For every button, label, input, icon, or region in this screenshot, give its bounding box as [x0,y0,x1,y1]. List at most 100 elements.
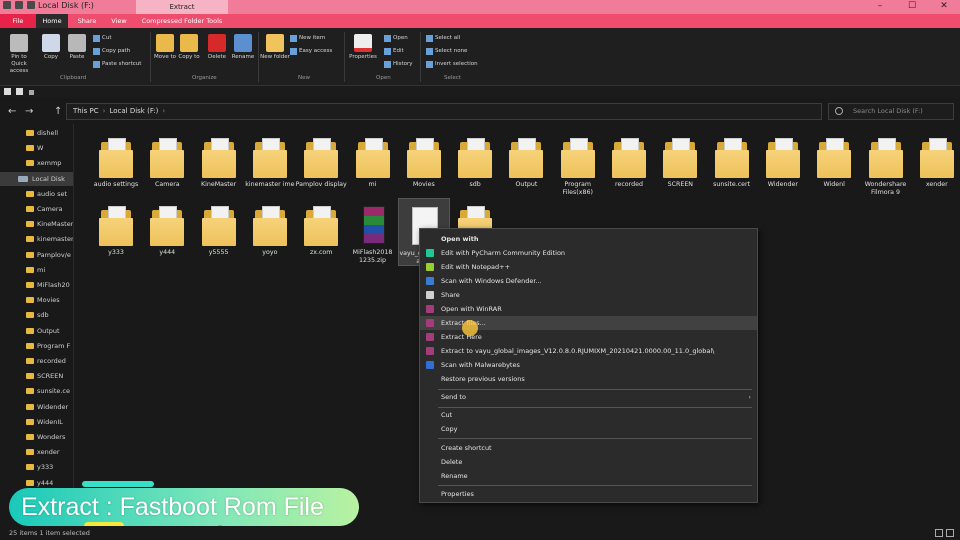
menu-item-rename[interactable]: Rename [420,469,757,483]
menu-item-share[interactable]: Share [420,288,757,302]
tab-view[interactable]: View [104,14,134,28]
edit-button[interactable]: Edit [384,46,404,56]
details-view-icon[interactable] [935,529,943,537]
menu-item-scan-malwarebytes[interactable]: Scan with Malwarebytes [420,358,757,372]
back-button[interactable]: ← [8,106,16,117]
file-item[interactable]: MiFlash2018 1235.zip [347,198,399,266]
tab-file[interactable]: File [0,14,36,28]
cut-button[interactable]: Cut [93,33,111,43]
menu-item-open-with[interactable]: Open with [420,232,757,246]
sidebar-item[interactable]: Output [0,324,73,338]
sidebar-item[interactable]: Camera [0,202,73,216]
folder-item[interactable]: sdb [449,130,501,198]
navigation-pane[interactable]: dishell Wxemmp Local Disk audio set Camera Ki… [0,124,74,522]
tab-compressed-folder-tools[interactable]: Compressed Folder Tools [136,14,228,28]
folder-item[interactable]: zx.com [295,198,347,266]
folder-item[interactable]: SCREEN [654,130,706,198]
sidebar-item[interactable]: Program F [0,339,73,353]
new-item-button[interactable]: New item [290,33,325,43]
close-button[interactable]: ✕ [928,0,960,14]
breadcrumb-this-pc[interactable]: This PC [73,107,99,115]
folder-item[interactable]: audio settings [90,130,142,198]
rename-button[interactable]: Rename [228,32,258,61]
folder-item[interactable]: Widenl [808,130,860,198]
invert-selection-button[interactable]: Invert selection [426,59,478,69]
menu-item-copy[interactable]: Copy [420,422,757,436]
sidebar-item[interactable]: Widender [0,400,73,414]
address-bar[interactable]: This PC › Local Disk (F:) › [66,103,822,120]
folder-item[interactable]: y5555 [193,198,245,266]
sidebar-item[interactable]: KineMaster [0,217,73,231]
sidebar-item[interactable]: MiFlash20 [0,278,73,292]
easy-access-button[interactable]: Easy access [290,46,332,56]
select-none-button[interactable]: Select none [426,46,467,56]
pin-button[interactable]: Pin to Quick access [4,32,34,75]
menu-item-scan-defender[interactable]: Scan with Windows Defender... [420,274,757,288]
properties-button[interactable]: Properties [348,32,378,61]
menu-item-delete[interactable]: Delete [420,455,757,469]
sidebar-item[interactable]: y333 [0,460,73,474]
history-button[interactable]: History [384,59,413,69]
menu-item-properties[interactable]: Properties [420,487,757,501]
folder-item[interactable]: yoyo [244,198,296,266]
sidebar-item[interactable]: mi [0,263,73,277]
menu-item-open-winrar[interactable]: Open with WinRAR [420,302,757,316]
menu-item-extract-to[interactable]: Extract to vayu_global_images_V12.0.8.0.… [420,344,757,358]
menu-item-restore-versions[interactable]: Restore previous versions [420,372,757,386]
folder-item[interactable]: Camera [141,130,193,198]
sidebar-item[interactable]: Movies [0,293,73,307]
folder-item[interactable]: xender [911,130,960,198]
sidebar-item[interactable]: Wonders [0,430,73,444]
sidebar-item[interactable]: Pamplov/e [0,248,73,262]
maximize-button[interactable]: ☐ [896,0,928,14]
folder-item[interactable]: Wondershare Filmora 9 [860,130,912,198]
folder-item[interactable]: recorded [603,130,655,198]
folder-item[interactable]: Pamplov display [295,130,347,198]
folder-item[interactable]: Widender [757,130,809,198]
folder-item[interactable]: Program Files(x86) [552,130,604,198]
menu-item-create-shortcut[interactable]: Create shortcut [420,441,757,455]
folder-item[interactable]: Movies [398,130,450,198]
folder-item[interactable]: y444 [141,198,193,266]
folder-item[interactable]: mi [347,130,399,198]
properties-small-icon[interactable] [4,88,11,95]
new-folder-small-icon[interactable] [16,88,23,95]
dropdown-icon[interactable] [29,90,34,95]
up-button[interactable]: ↑ [54,106,62,117]
search-input[interactable]: Search Local Disk (F:) [828,103,954,120]
copy-path-button[interactable]: Copy path [93,46,130,56]
dropdown-icon[interactable] [27,1,35,9]
sidebar-item[interactable]: recorded [0,354,73,368]
sidebar-item[interactable]: audio set [0,187,73,201]
folder-item[interactable]: sunsite.cert [706,130,758,198]
menu-item-edit-pycharm[interactable]: Edit with PyCharm Community Edition [420,246,757,260]
sidebar-item[interactable]: W [0,141,73,155]
sidebar-item[interactable]: Local Disk [0,171,73,186]
sidebar-item[interactable]: xender [0,445,73,459]
tab-home[interactable]: Home [36,14,68,28]
paste-button[interactable]: Paste [62,32,92,61]
breadcrumb-local-disk[interactable]: Local Disk (F:) [109,107,158,115]
menu-item-edit-notepad[interactable]: Edit with Notepad++ [420,260,757,274]
large-icons-view-icon[interactable] [946,529,954,537]
sidebar-item[interactable]: sunsite.ce [0,384,73,398]
sidebar-item[interactable]: dishell [0,126,73,140]
paste-shortcut-button[interactable]: Paste shortcut [93,59,141,69]
sidebar-item[interactable]: sdb [0,308,73,322]
sidebar-item[interactable]: SCREEN [0,369,73,383]
forward-button[interactable]: → [25,106,33,117]
minimize-button[interactable]: – [864,0,896,14]
folder-item[interactable]: kinemaster ime [244,130,296,198]
new-folder-button[interactable]: New folder [260,32,290,61]
select-all-button[interactable]: Select all [426,33,460,43]
sidebar-item[interactable]: kinemaster [0,232,73,246]
folder-item[interactable]: KineMaster [193,130,245,198]
folder-item[interactable]: y333 [90,198,142,266]
menu-item-send-to[interactable]: Send to › [420,390,757,404]
copy-to-button[interactable]: Copy to [174,32,204,61]
tab-share[interactable]: Share [72,14,102,28]
sidebar-item[interactable]: WidenIL [0,415,73,429]
menu-item-cut[interactable]: Cut [420,408,757,422]
open-button[interactable]: Open [384,33,408,43]
folder-icon[interactable] [3,1,11,9]
